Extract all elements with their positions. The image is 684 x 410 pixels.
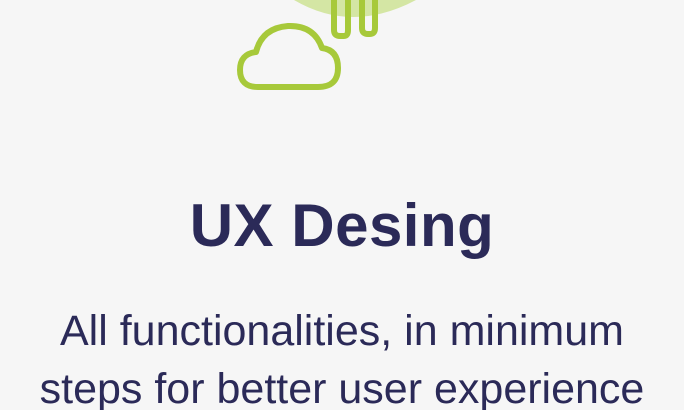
- feature-description-line-2: steps for better user experience: [39, 365, 645, 410]
- cloud-icon: [237, 22, 341, 90]
- feature-illustration: [237, 0, 416, 90]
- feature-description: All functionalities, in minimum steps fo…: [0, 302, 684, 410]
- feature-title: UX Desing: [189, 192, 495, 259]
- feature-card: UX Desing All functionalities, in minimu…: [0, 0, 684, 410]
- feature-description-line-1: All functionalities, in minimum: [60, 307, 624, 355]
